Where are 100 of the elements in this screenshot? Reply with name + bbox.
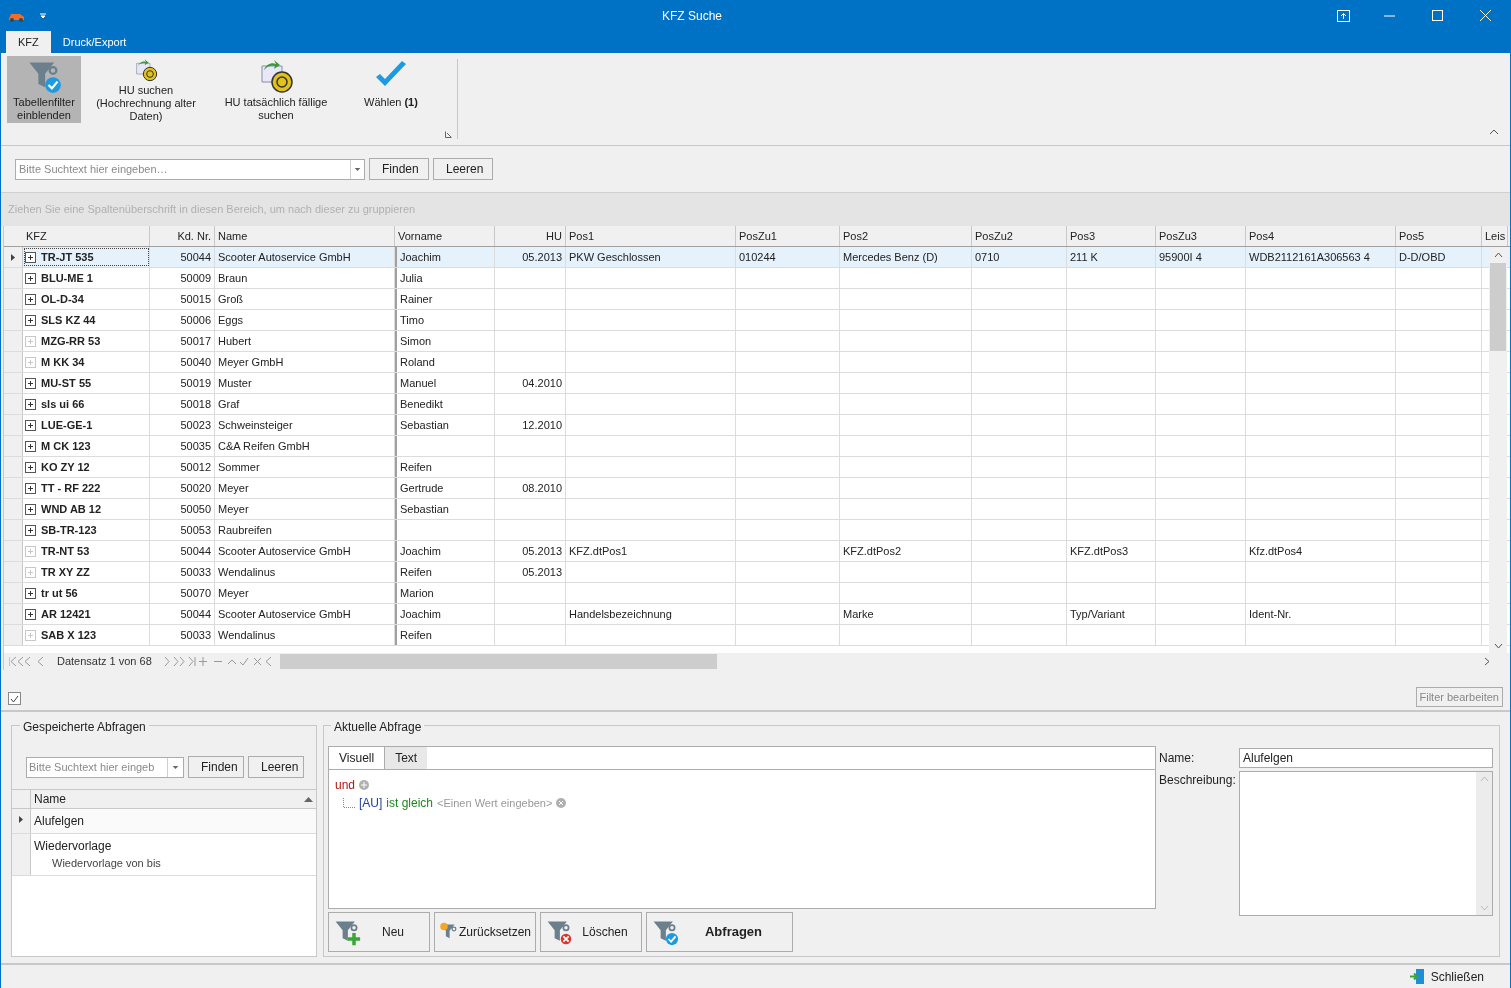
grid-row[interactable]: KO ZY 12 50012 Sommer Reifen: [4, 457, 1510, 478]
remove-condition-icon[interactable]: [556, 798, 567, 808]
column-header[interactable]: Pos3: [1067, 226, 1156, 246]
column-header[interactable]: Pos1: [566, 226, 736, 246]
group-operator[interactable]: und: [335, 776, 356, 794]
row-header[interactable]: [12, 809, 31, 833]
saved-search-field[interactable]: Bitte Suchtext hier eingeb: [27, 757, 167, 777]
tree-line-icon: [343, 798, 355, 808]
ribbon-tab[interactable]: KFZ: [6, 31, 51, 53]
close-button[interactable]: Schließen: [1409, 967, 1484, 986]
table-cell: Groß: [218, 293, 244, 305]
grid-row[interactable]: LUE-GE-1 50023 Schweinsteiger Sebastian 12.2010: [4, 415, 1510, 436]
table-cell: Julia: [400, 272, 423, 284]
query-action-button[interactable]: Neu: [328, 912, 430, 952]
expand-icon[interactable]: [25, 419, 36, 431]
column-header[interactable]: Pos5: [1396, 226, 1482, 246]
plate-cell-text: SLS KZ 44: [41, 312, 96, 328]
expand-icon[interactable]: [25, 440, 36, 452]
table-cell: Reifen: [400, 629, 432, 641]
grid-row[interactable]: OL-D-34 50015 Groß Rainer: [4, 289, 1510, 310]
query-action-button[interactable]: Abfragen: [646, 912, 793, 952]
scroll-thumb[interactable]: [1490, 263, 1506, 351]
column-header[interactable]: PosZu1: [736, 226, 840, 246]
column-header[interactable]: Kd. Nr.: [150, 226, 215, 246]
minimize-icon[interactable]: [1384, 14, 1395, 17]
expand-icon[interactable]: [25, 398, 36, 410]
grid-row[interactable]: tr ut 56 50070 Meyer Marion: [4, 583, 1510, 604]
name-field[interactable]: Alufelgen: [1239, 748, 1493, 768]
expand-icon[interactable]: [25, 314, 36, 326]
editor-tab[interactable]: Text: [385, 747, 428, 769]
condition-operation[interactable]: ist gleich: [386, 794, 434, 812]
table-cell: 50033: [180, 629, 211, 641]
grid-row[interactable]: TT - RF 222 50020 Meyer Gertrude 08.2010: [4, 478, 1510, 499]
grid-row[interactable]: sls ui 66 50018 Graf Benedikt: [4, 394, 1510, 415]
expand-icon[interactable]: [25, 482, 36, 494]
column-header[interactable]: Leis: [1482, 226, 1508, 246]
grid-row[interactable]: SB-TR-123 50053 Raubreifen: [4, 520, 1510, 541]
grid-row[interactable]: BLU-ME 1 50009 Braun Julia: [4, 268, 1510, 289]
expand-icon[interactable]: [25, 461, 36, 473]
scroll-right-icon[interactable]: [1484, 657, 1490, 666]
grid-row[interactable]: TR-JT 535 50044 Scooter Autoservice GmbH Joachim 05.2013 PKW Geschlossen 010244 Mercedes Benz (D) 0710 211 K 95900I 4 WDB2112161A306563 4 D-D/OBD: [4, 247, 1510, 268]
grid-row[interactable]: MU-ST 55 50019 Muster Manuel 04.2010: [4, 373, 1510, 394]
grid-row[interactable]: WND AB 12 50050 Meyer Sebastian: [4, 499, 1510, 520]
condition-field[interactable]: [AU]: [359, 794, 383, 812]
clear-button[interactable]: Leeren: [248, 756, 304, 778]
table-cell: Joachim: [400, 545, 441, 557]
table-cell: Simon: [400, 335, 432, 347]
table-cell: 50035: [180, 440, 211, 452]
expand-icon[interactable]: [25, 587, 36, 599]
expand-icon[interactable]: [25, 293, 36, 305]
saved-search-combobox[interactable]: Bitte Suchtext hier eingeb: [26, 756, 184, 778]
maximize-icon[interactable]: [1432, 10, 1443, 21]
table-cell: 50070: [180, 587, 211, 599]
ribbon-button[interactable]: HU tatsächlich fällige suchen: [211, 56, 341, 123]
column-header[interactable]: PosZu2: [972, 226, 1067, 246]
query-action-button[interactable]: Zurücksetzen: [434, 912, 536, 952]
table-cell: 05.2013: [522, 251, 562, 263]
table-cell: Manuel: [400, 377, 437, 389]
pin-icon[interactable]: [1337, 9, 1350, 22]
navigator-controls-icon[interactable]: [163, 657, 274, 666]
column-header[interactable]: KFZ: [23, 226, 150, 246]
column-header[interactable]: Pos2: [840, 226, 972, 246]
expand-corner-icon[interactable]: [445, 131, 452, 138]
scroll-down-icon[interactable]: [1493, 643, 1503, 649]
expand-icon[interactable]: [25, 377, 36, 389]
horizontal-scroll-thumb[interactable]: [279, 654, 717, 669]
clear-button[interactable]: Leeren: [433, 158, 493, 180]
expand-icon[interactable]: [25, 608, 36, 620]
row-indicator-icon: [11, 253, 15, 261]
column-header[interactable]: Vorname: [395, 226, 495, 246]
add-condition-icon[interactable]: [359, 780, 370, 790]
collapse-icon[interactable]: [1489, 129, 1499, 135]
row-header[interactable]: [4, 247, 23, 267]
query-row[interactable]: Alufelgen: [12, 809, 316, 834]
column-header[interactable]: HU: [495, 226, 566, 246]
grid-row[interactable]: AR 12421 50044 Scooter Autoservice GmbH Joachim Handelsbezeichnung Marke Typ/Variant Ident-Nr.: [4, 604, 1510, 625]
table-cell: Mercedes Benz (D): [843, 251, 938, 263]
ribbon-button[interactable]: HU suchen (Hochrechnung alter Daten): [81, 56, 211, 123]
expand-icon[interactable]: [25, 272, 36, 284]
expand-icon[interactable]: [25, 503, 36, 515]
ribbon-tab[interactable]: Druck/Export: [50, 31, 139, 53]
envelope-badge-icon: [258, 58, 294, 94]
close-icon[interactable]: [1480, 10, 1491, 21]
filter-checkbox[interactable]: [8, 692, 21, 705]
dropdown-icon[interactable]: [39, 12, 47, 19]
table-cell: Joachim: [400, 608, 441, 620]
scroll-up-icon[interactable]: [1493, 252, 1503, 258]
expand-icon[interactable]: [25, 251, 36, 263]
column-header[interactable]: Pos4: [1246, 226, 1396, 246]
query-action-button[interactable]: Löschen: [540, 912, 642, 952]
grid-row[interactable]: SLS KZ 44 50006 Eggs Timo: [4, 310, 1510, 331]
expand-icon[interactable]: [25, 524, 36, 536]
query-row[interactable]: Wiedervorlage Wiedervorlage von bis: [12, 834, 316, 876]
column-header[interactable]: Name: [215, 226, 395, 246]
column-header[interactable]: PosZu3: [1156, 226, 1246, 246]
ribbon-button[interactable]: Wählen (1): [341, 56, 441, 123]
find-button[interactable]: Finden: [188, 756, 244, 778]
ribbon-button[interactable]: Tabellenfilter einblenden: [7, 56, 81, 123]
grid-row[interactable]: M CK 123 50035 C&A Reifen GmbH: [4, 436, 1510, 457]
find-button[interactable]: Finden: [369, 158, 429, 180]
